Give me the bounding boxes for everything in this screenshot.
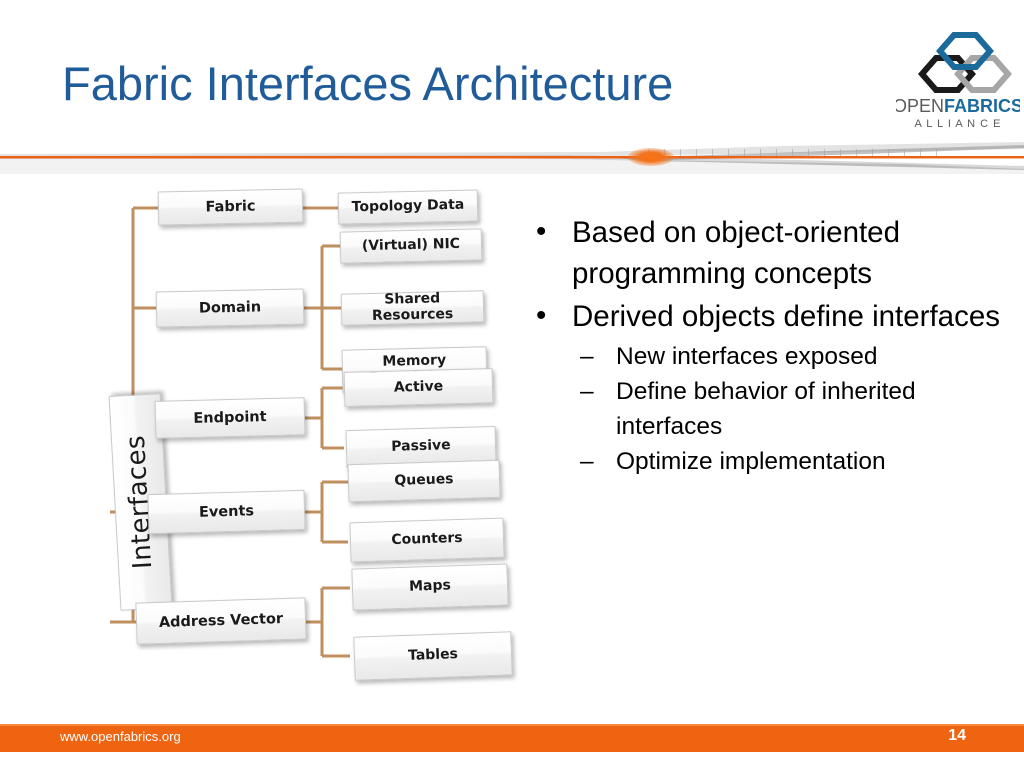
- node-shared-resources[interactable]: Shared Resources: [340, 290, 485, 326]
- node-endpoint[interactable]: Endpoint: [154, 397, 306, 439]
- node-maps[interactable]: Maps: [351, 563, 509, 611]
- band-glow-dot: [628, 148, 674, 166]
- node-active[interactable]: Active: [343, 368, 494, 407]
- bullet-text: Derived objects define interfaces: [572, 300, 1000, 333]
- fabric-interfaces-tree-diagram: Interfaces Fabric Domain Endpoint Events…: [0, 176, 540, 696]
- node-tables[interactable]: Tables: [353, 631, 513, 681]
- node-virtual-nic[interactable]: (Virtual) NIC: [339, 228, 483, 264]
- sub-bullet-text: Define behavior of inherited interfaces: [616, 378, 916, 440]
- node-events[interactable]: Events: [147, 489, 306, 535]
- logo-word-alliance: A L L I A N C E: [915, 118, 1002, 130]
- bullet-item-2: • Derived objects define interfaces: [518, 296, 1008, 337]
- footer-top-edge: [0, 724, 1024, 726]
- footer-url-link[interactable]: www.openfabrics.org: [60, 729, 181, 744]
- sub-bullet-marker: –: [580, 343, 594, 370]
- bullet-marker: •: [536, 299, 547, 332]
- sub-bullet-marker: –: [580, 378, 594, 405]
- node-address-vector[interactable]: Address Vector: [135, 597, 307, 645]
- node-counters[interactable]: Counters: [349, 517, 505, 563]
- sub-bullet-item-1: – New interfaces exposed: [518, 339, 1008, 374]
- slide-footer: www.openfabrics.org 14: [0, 724, 1024, 752]
- sub-bullet-item-3: – Optimize implementation: [518, 444, 1008, 479]
- node-queues[interactable]: Queues: [347, 459, 501, 503]
- band-accent-line-soft: [0, 158, 1024, 159]
- logo-wordmark: OPENFABRICS: [896, 96, 1020, 116]
- bullet-item-1: • Based on object-oriented programming c…: [518, 212, 1008, 294]
- node-domain[interactable]: Domain: [155, 288, 305, 328]
- logo-svg: OPENFABRICS A L L I A N C E: [896, 32, 1020, 130]
- page-title: Fabric Interfaces Architecture: [62, 57, 674, 110]
- node-fabric[interactable]: Fabric: [157, 188, 304, 226]
- node-topology-data[interactable]: Topology Data: [337, 189, 479, 225]
- sub-bullet-text: Optimize implementation: [616, 448, 886, 475]
- bullet-marker: •: [536, 215, 547, 248]
- openfabrics-alliance-logo: OPENFABRICS A L L I A N C E: [896, 26, 1020, 132]
- sub-bullet-text: New interfaces exposed: [616, 343, 878, 370]
- logo-word-open: OPEN: [896, 96, 944, 116]
- logo-word-fabrics: FABRICS: [944, 96, 1020, 116]
- sub-bullet-item-2: – Define behavior of inherited interface…: [518, 374, 1008, 444]
- slide-page-number: 14: [948, 727, 966, 744]
- sub-bullet-marker: –: [580, 448, 594, 475]
- decorative-band: [0, 140, 1024, 174]
- bullet-list: • Based on object-oriented programming c…: [518, 212, 1008, 479]
- bullet-text: Based on object-oriented programming con…: [572, 216, 901, 290]
